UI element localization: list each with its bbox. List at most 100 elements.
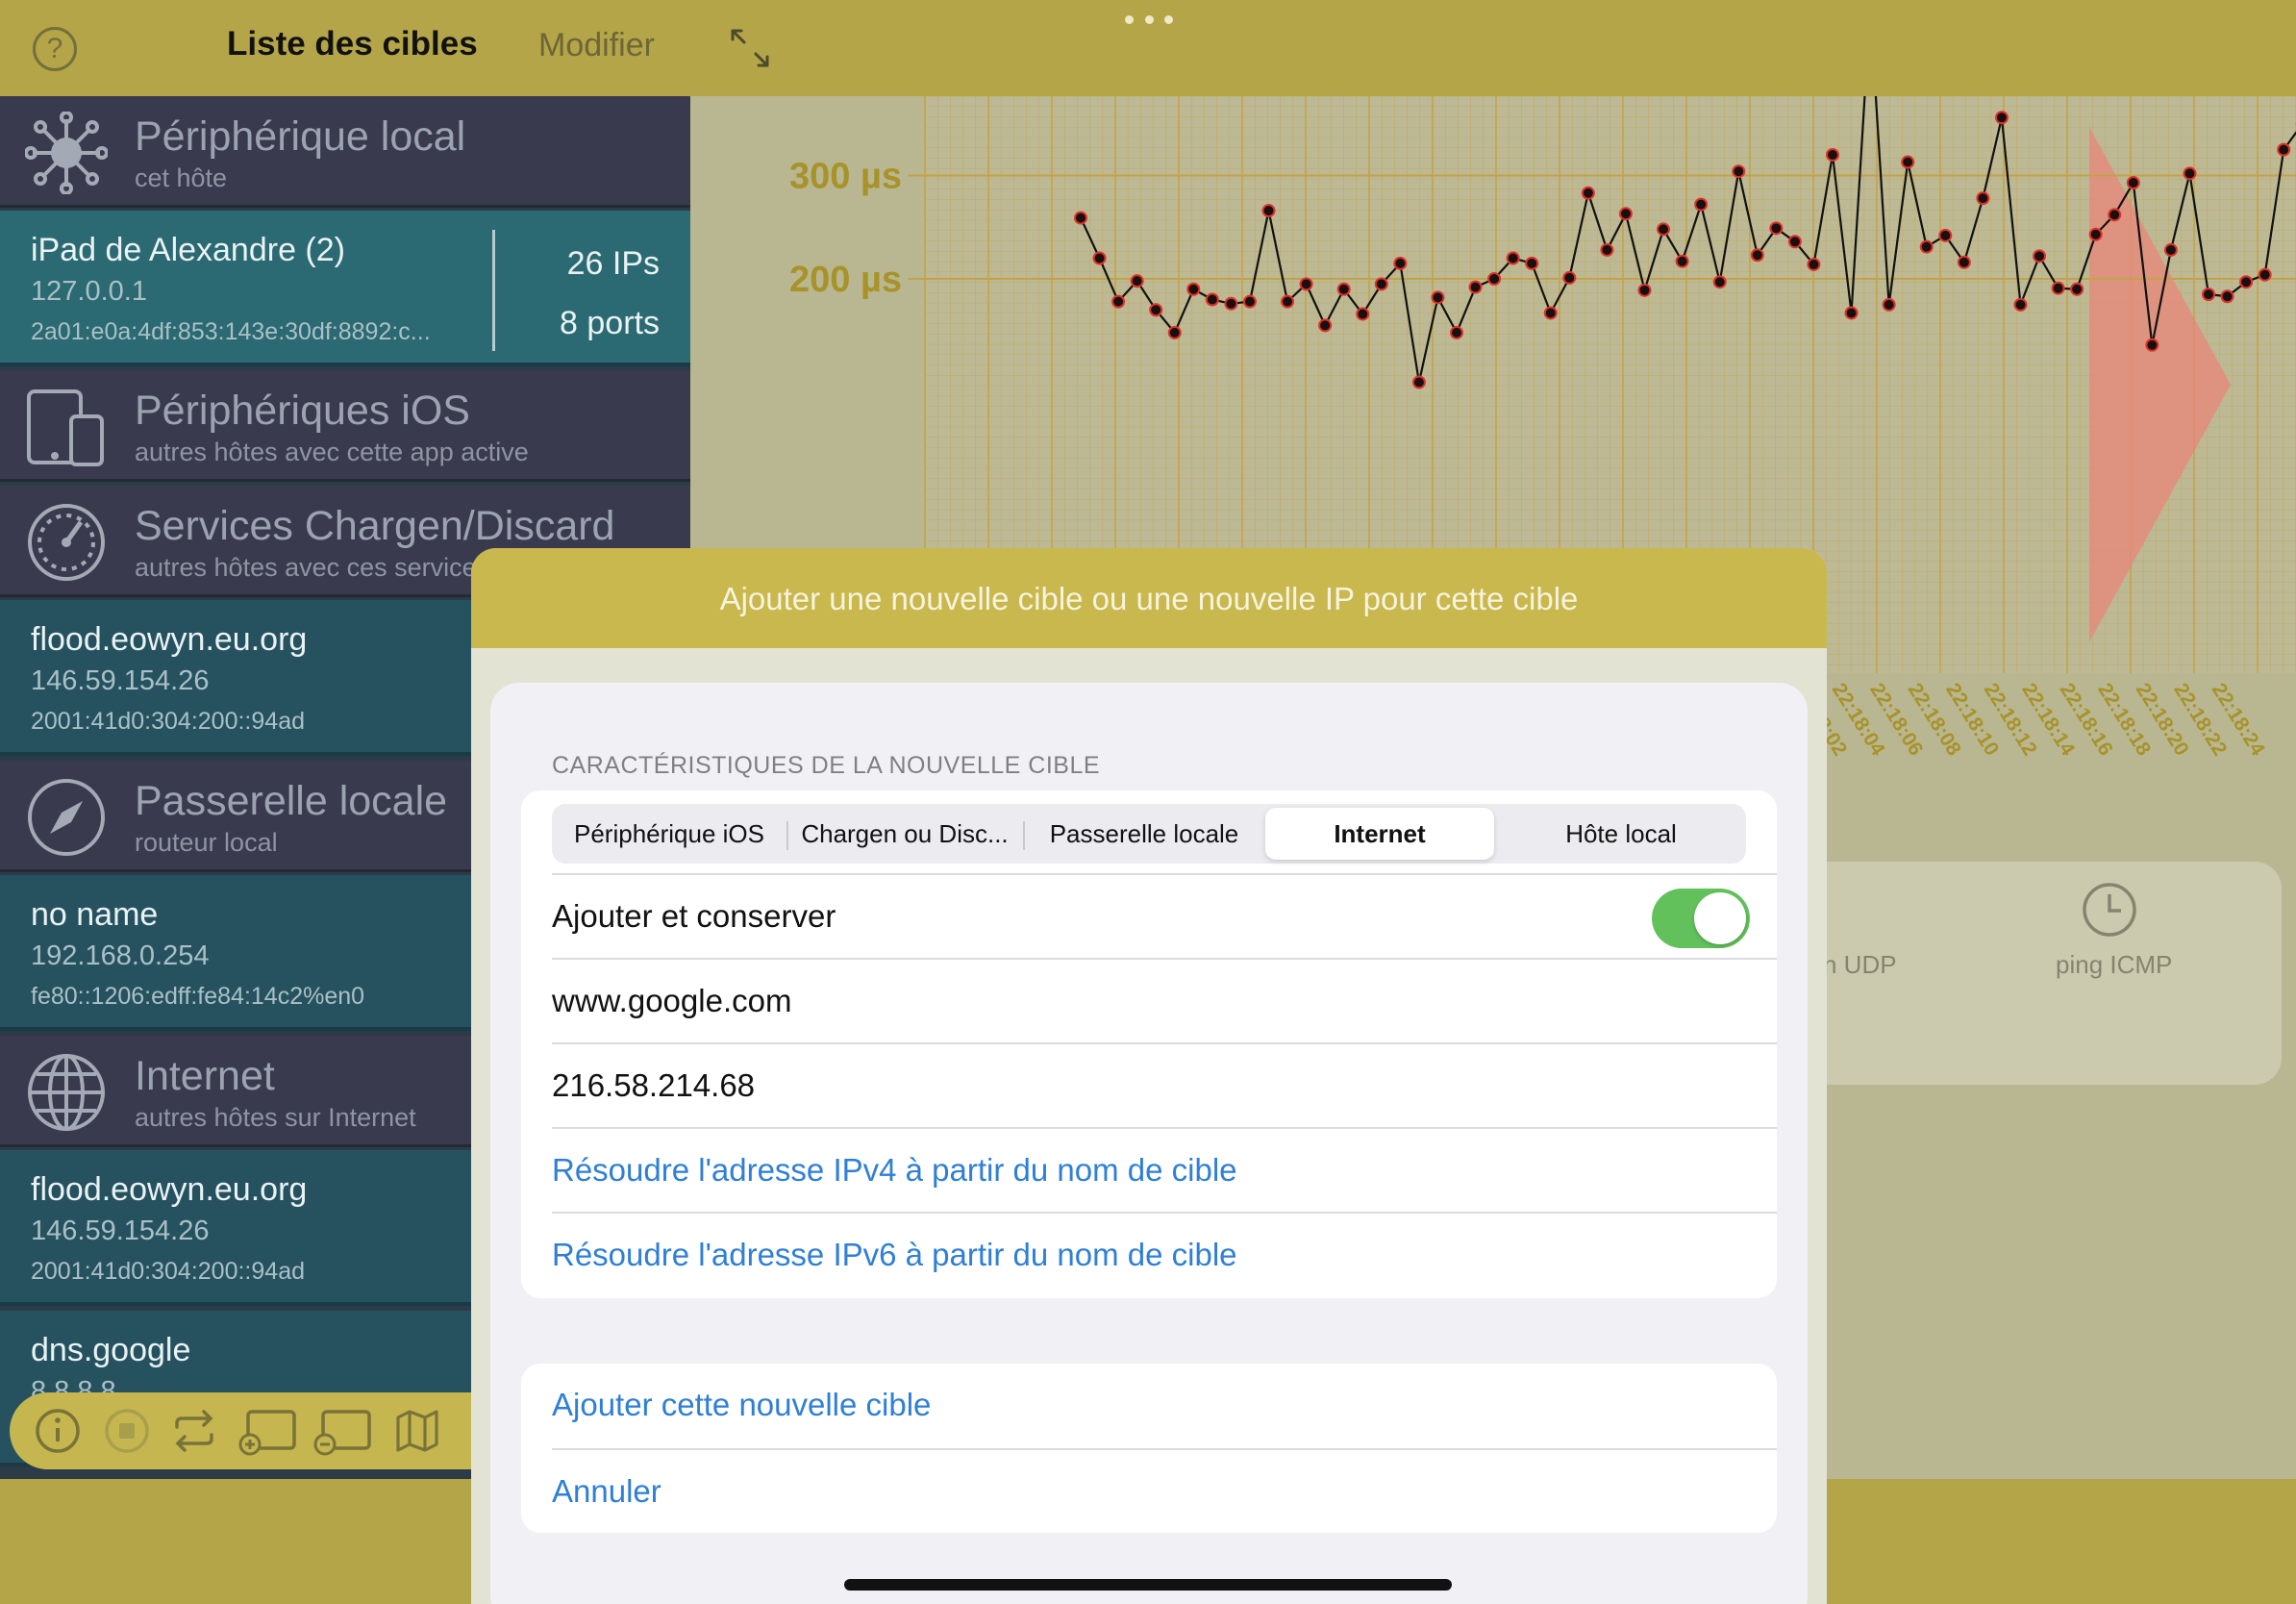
- expand-icon[interactable]: [729, 27, 771, 69]
- add-target-row[interactable]: Ajouter cette nouvelle cible: [552, 1364, 1777, 1448]
- host-row-ipad[interactable]: iPad de Alexandre (2) 127.0.0.1 2a01:e0a…: [0, 211, 690, 366]
- host-name: dns.google: [31, 1332, 191, 1368]
- add-target-button[interactable]: Ajouter cette nouvelle cible: [552, 1387, 931, 1423]
- host-ipv4: 146.59.154.26: [31, 665, 210, 696]
- data-point: [1074, 211, 1087, 225]
- repeat-icon[interactable]: [169, 1406, 219, 1456]
- page-title: Liste des cibles: [227, 25, 478, 63]
- resolve-ipv4-button[interactable]: Résoudre l'adresse IPv4 à partir du nom …: [552, 1152, 1237, 1189]
- data-point: [2145, 338, 2159, 352]
- host-ipv6: 2001:41d0:304:200::94ad: [31, 708, 305, 735]
- data-point: [1618, 207, 1633, 221]
- data-point: [1205, 292, 1219, 307]
- add-window-icon[interactable]: [238, 1406, 298, 1456]
- data-point: [1318, 318, 1333, 333]
- stats-panel: n UDP ping ICMP: [1798, 862, 2282, 1085]
- host-name: flood.eowyn.eu.org: [31, 621, 308, 658]
- data-point: [1637, 283, 1652, 297]
- host-name: flood.eowyn.eu.org: [31, 1171, 308, 1208]
- resolve-ipv4-row[interactable]: Résoudre l'adresse IPv4 à partir du nom …: [552, 1127, 1777, 1212]
- data-point: [2258, 267, 2272, 282]
- cancel-row[interactable]: Annuler: [552, 1448, 1777, 1533]
- navigation-bar: ? Liste des cibles Modifier: [0, 0, 690, 96]
- host-ipv4: 146.59.154.26: [31, 1216, 210, 1246]
- section-title: Services Chargen/Discard: [135, 503, 615, 549]
- modal-title: Ajouter une nouvelle cible ou une nouvel…: [719, 581, 1579, 616]
- data-point: [2126, 176, 2140, 190]
- section-title: Internet: [135, 1053, 275, 1099]
- data-point: [2183, 166, 2197, 181]
- resolve-ipv6-row[interactable]: Résoudre l'adresse IPv6 à partir du nom …: [552, 1212, 1777, 1296]
- hostname-field[interactable]: www.google.com: [552, 983, 791, 1019]
- data-point: [1111, 294, 1126, 309]
- data-point: [1882, 297, 1896, 312]
- data-point: [1976, 191, 1990, 206]
- data-point: [1242, 294, 1257, 309]
- data-point: [2277, 142, 2291, 157]
- data-point: [1374, 277, 1388, 291]
- data-point: [1487, 272, 1502, 286]
- segment-local-gateway[interactable]: Passerelle locale: [1027, 808, 1261, 860]
- segment-chargen-discard[interactable]: Chargen ou Disc...: [790, 808, 1019, 860]
- data-point: [2051, 281, 2065, 295]
- data-point: [1450, 325, 1463, 339]
- data-point: [1336, 282, 1351, 296]
- data-point: [1092, 251, 1107, 265]
- port-count: 8 ports: [560, 305, 660, 341]
- help-button[interactable]: ?: [33, 27, 77, 71]
- segment-internet[interactable]: Internet: [1265, 808, 1494, 860]
- data-point: [1787, 235, 1802, 249]
- host-ipv6: 2a01:e0a:4df:853:143e:30df:8892:c...: [31, 318, 431, 345]
- divider: [786, 821, 788, 850]
- data-point: [1732, 164, 1746, 179]
- compass-icon: [28, 779, 105, 856]
- divider: [1023, 821, 1025, 850]
- section-label: CARACTÉRISTIQUES DE LA NOUVELLE CIBLE: [552, 752, 1101, 779]
- map-icon[interactable]: [392, 1406, 442, 1456]
- data-point: [2070, 282, 2084, 296]
- data-point: [1562, 270, 1577, 285]
- resolve-ipv6-button[interactable]: Résoudre l'adresse IPv6 à partir du nom …: [552, 1237, 1237, 1273]
- data-point: [1844, 306, 1859, 320]
- section-ios-devices[interactable]: Périphériques iOS autres hôtes avec cett…: [0, 370, 690, 482]
- y-tick-label: 300 µs: [789, 157, 902, 197]
- section-local-device[interactable]: Périphérique local cet hôte: [0, 96, 690, 208]
- stop-icon[interactable]: [102, 1406, 152, 1456]
- remove-window-icon[interactable]: [313, 1406, 373, 1456]
- data-point: [1581, 186, 1595, 200]
- actions-group: Ajouter cette nouvelle cible Annuler: [521, 1364, 1777, 1533]
- data-point: [1543, 306, 1558, 320]
- section-subtitle: cet hôte: [135, 163, 228, 192]
- devices-icon: [27, 389, 104, 466]
- info-icon[interactable]: [33, 1406, 83, 1456]
- data-point: [1431, 290, 1445, 305]
- hostname-row[interactable]: www.google.com: [552, 958, 1777, 1042]
- data-point: [1919, 239, 1934, 254]
- edit-button[interactable]: Modifier: [538, 27, 655, 64]
- segment-local-host[interactable]: Hôte local: [1502, 808, 1740, 860]
- y-tick-label: 200 µs: [789, 260, 902, 300]
- data-point: [1901, 155, 1915, 169]
- modal-header: Ajouter une nouvelle cible ou une nouvel…: [471, 548, 1827, 648]
- data-point: [1130, 274, 1144, 288]
- data-point: [1393, 256, 1408, 270]
- section-subtitle: routeur local: [135, 828, 278, 857]
- home-indicator: [844, 1579, 1452, 1591]
- ip-row[interactable]: 216.58.214.68: [552, 1042, 1777, 1127]
- keep-label: Ajouter et conserver: [552, 898, 836, 934]
- ip-field[interactable]: 216.58.214.68: [552, 1067, 755, 1104]
- section-subtitle: autres hôtes avec ces services: [135, 553, 490, 582]
- data-point: [1675, 254, 1689, 268]
- multitasking-dots-icon[interactable]: [1125, 15, 1173, 31]
- data-point: [1506, 251, 1520, 265]
- keep-toggle[interactable]: [1652, 889, 1750, 948]
- modal-form: CARACTÉRISTIQUES DE LA NOUVELLE CIBLE Pé…: [490, 683, 1808, 1604]
- clock-icon[interactable]: [2081, 881, 2138, 939]
- icmp-label: ping ICMP: [2056, 950, 2173, 979]
- target-type-segmented-control: Périphérique iOS Chargen ou Disc... Pass…: [552, 804, 1746, 864]
- segment-ios-device[interactable]: Périphérique iOS: [556, 808, 783, 860]
- cancel-button[interactable]: Annuler: [552, 1473, 661, 1510]
- data-point: [1938, 228, 1953, 242]
- data-point: [1167, 325, 1182, 339]
- ip-count: 26 IPs: [566, 245, 660, 282]
